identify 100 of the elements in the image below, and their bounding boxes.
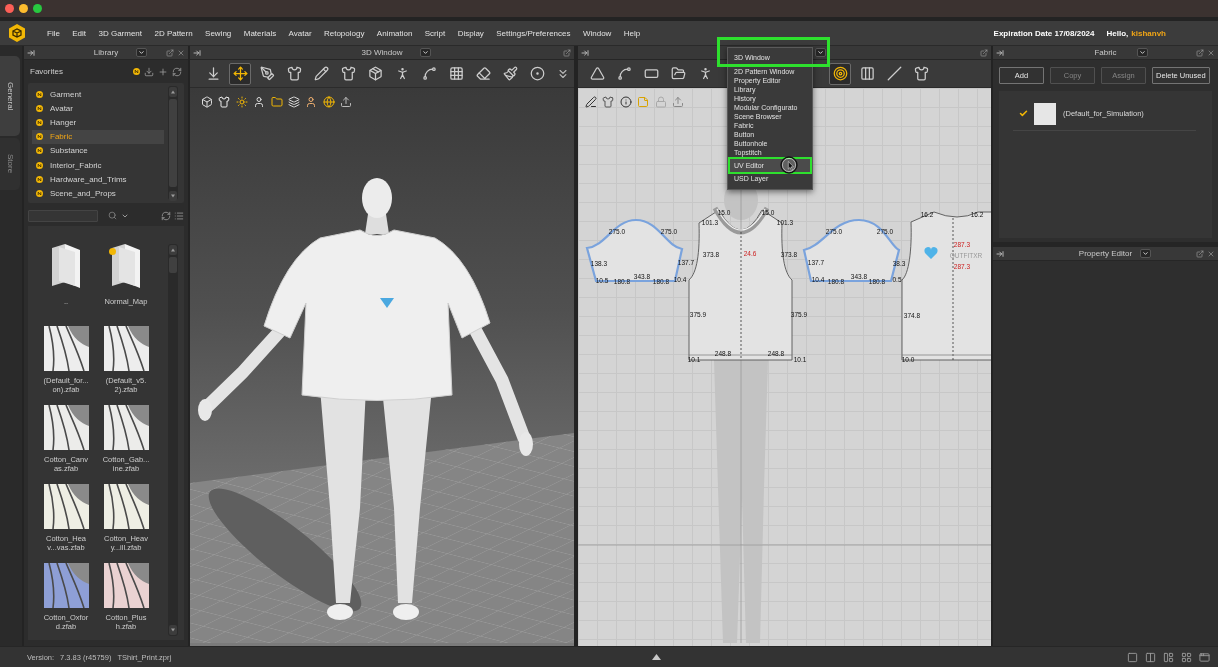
- favorite-dot-icon: [36, 189, 43, 197]
- favorite-dot-icon: [36, 118, 43, 126]
- fabric-drape-thumbnail[interactable]: [43, 563, 89, 608]
- panel-title: Fabric: [1094, 48, 1117, 57]
- list-item[interactable]: Interior_Fabric: [32, 157, 164, 173]
- external-link-icon[interactable]: [563, 48, 571, 57]
- user-name[interactable]: kishanvh: [1131, 28, 1166, 38]
- pin-arrow-icon[interactable]: [996, 48, 1004, 57]
- menu-item[interactable]: Edit: [72, 28, 87, 38]
- plus-icon[interactable]: [158, 66, 168, 77]
- fabric-drape-thumbnail[interactable]: [43, 405, 89, 450]
- folder-icon[interactable]: [110, 244, 142, 288]
- favorite-dot-icon: [36, 133, 43, 141]
- menu-item[interactable]: Script: [424, 28, 446, 38]
- close-icon[interactable]: [1207, 48, 1215, 57]
- info-icon[interactable]: [619, 96, 632, 108]
- download-icon[interactable]: [144, 66, 154, 77]
- menu-item[interactable]: Retopology: [323, 28, 365, 38]
- grid-icon[interactable]: [1181, 651, 1192, 663]
- heart-icon: [924, 247, 938, 259]
- favorite-dot-icon: [36, 161, 43, 169]
- external-link-icon[interactable]: [1196, 249, 1204, 258]
- scroll-down-button[interactable]: [169, 191, 177, 201]
- favorite-dot-icon: [36, 175, 43, 183]
- zoom-window-icon[interactable]: [33, 4, 42, 13]
- check-icon[interactable]: [1019, 109, 1028, 118]
- list-item[interactable]: Avatar: [32, 101, 164, 116]
- panel-title: 3D Window: [361, 48, 403, 57]
- single-layout-icon[interactable]: [1127, 651, 1138, 663]
- mannequin-drawing[interactable]: [198, 178, 533, 620]
- close-icon[interactable]: [1207, 249, 1215, 258]
- search-field[interactable]: [28, 209, 98, 222]
- scroll-down-button[interactable]: [169, 625, 177, 635]
- panel-title: Property Editor: [1078, 249, 1133, 258]
- menu-item[interactable]: Help: [623, 28, 641, 38]
- expiration-date: Expiration Date 17/08/2024: [993, 28, 1095, 38]
- cube-icon[interactable]: [201, 96, 213, 108]
- upload-icon[interactable]: [340, 96, 353, 108]
- pin-arrow-icon[interactable]: [581, 48, 589, 57]
- external-link-icon[interactable]: [1196, 48, 1204, 57]
- app-logo-icon[interactable]: [8, 24, 26, 42]
- pattern-canvas[interactable]: [578, 88, 991, 646]
- pin-arrow-icon[interactable]: [27, 48, 35, 57]
- list-item[interactable]: Fabric: [32, 129, 164, 144]
- globe-icon[interactable]: [322, 96, 335, 108]
- scrollbar[interactable]: [168, 244, 178, 636]
- refresh-icon[interactable]: [172, 66, 182, 77]
- menu-item[interactable]: Sewing: [205, 28, 232, 38]
- window-icon[interactable]: [1199, 651, 1210, 663]
- external-link-icon[interactable]: [980, 48, 988, 57]
- favorite-dot-icon: [36, 90, 43, 98]
- folder-icon[interactable]: [50, 244, 82, 288]
- fabric-drape-thumbnail[interactable]: [103, 563, 149, 608]
- close-icon[interactable]: [177, 48, 185, 57]
- favorite-dot-icon: [36, 104, 43, 112]
- scrollbar[interactable]: [168, 86, 178, 200]
- menu-item[interactable]: Display: [457, 28, 484, 38]
- minimize-window-icon[interactable]: [19, 4, 28, 13]
- list-item[interactable]: Garment: [32, 87, 164, 102]
- menu-item[interactable]: Animation: [376, 28, 413, 38]
- side-tab[interactable]: Store: [0, 138, 20, 190]
- layout-icon[interactable]: [1163, 651, 1174, 663]
- search-icon[interactable]: [108, 211, 117, 220]
- fabric-drape-thumbnail[interactable]: [43, 484, 89, 529]
- triangle-up-icon[interactable]: [652, 654, 661, 660]
- favorite-dot-icon: [36, 147, 43, 155]
- list-item[interactable]: Substance: [32, 143, 164, 158]
- menu-item[interactable]: File: [47, 28, 60, 38]
- menu-item[interactable]: 3D Garment: [98, 28, 143, 38]
- menu-item[interactable]: 2D Pattern: [154, 28, 193, 38]
- menu-item[interactable]: Settings/Preferences: [496, 28, 571, 38]
- refresh-icon[interactable]: [161, 210, 171, 221]
- favorite-dot-icon: [133, 68, 140, 75]
- menu-item[interactable]: Materials: [243, 28, 277, 38]
- side-tab[interactable]: General: [0, 56, 20, 136]
- scroll-up-button[interactable]: [169, 245, 177, 255]
- layers-icon[interactable]: [287, 96, 300, 108]
- user-icon[interactable]: [305, 96, 318, 108]
- pin-arrow-icon[interactable]: [996, 249, 1004, 258]
- fabric-drape-thumbnail[interactable]: [103, 405, 149, 450]
- menu-item[interactable]: Window: [582, 28, 612, 38]
- list-item[interactable]: Hardware_and_Trims: [32, 172, 164, 187]
- shirt-icon[interactable]: [602, 96, 615, 108]
- menu-item[interactable]: Avatar: [288, 28, 312, 38]
- fabric-drape-thumbnail[interactable]: [103, 326, 149, 371]
- panel-title: Library: [93, 48, 119, 57]
- cursor-icon: [780, 156, 798, 174]
- external-link-icon[interactable]: [166, 48, 174, 57]
- close-window-icon[interactable]: [5, 4, 14, 13]
- list-item[interactable]: Hanger: [32, 115, 164, 130]
- fabric-drape-thumbnail[interactable]: [43, 326, 89, 371]
- sun-icon[interactable]: [235, 96, 248, 108]
- scroll-up-button[interactable]: [169, 87, 177, 97]
- pen-icon[interactable]: [585, 96, 597, 108]
- user-icon[interactable]: [253, 96, 266, 108]
- list-item[interactable]: Scene_and_Props: [32, 186, 164, 201]
- columns-icon[interactable]: [1145, 651, 1156, 663]
- pin-arrow-icon[interactable]: [193, 48, 201, 57]
- viewport-3d[interactable]: [190, 88, 574, 646]
- fabric-drape-thumbnail[interactable]: [103, 484, 149, 529]
